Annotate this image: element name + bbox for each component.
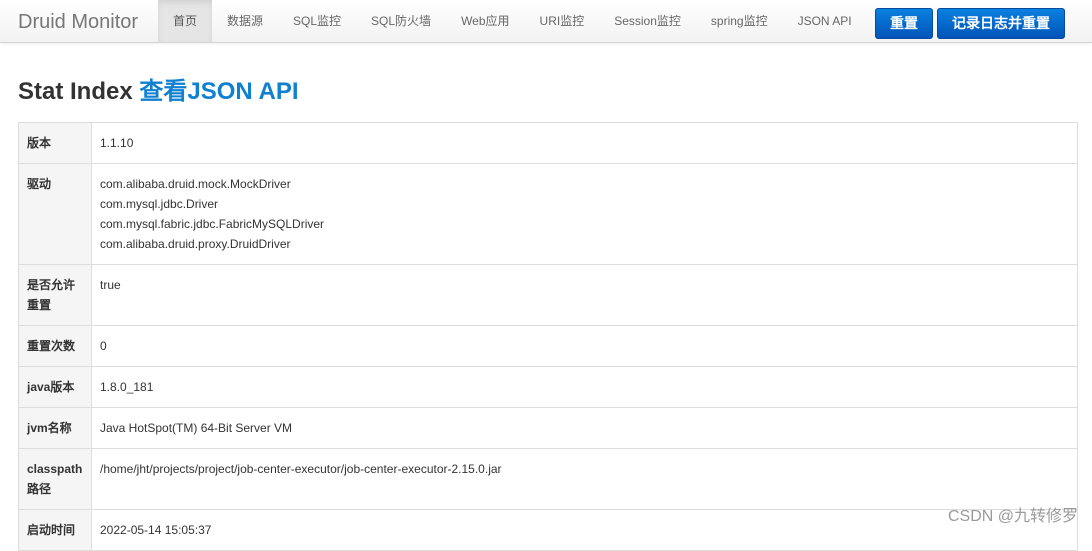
main-nav: 首页 数据源 SQL监控 SQL防火墙 Web应用 URI监控 Session监… <box>158 0 867 42</box>
row-label: 启动时间 <box>19 510 92 551</box>
nav-item-json-api[interactable]: JSON API <box>783 0 867 42</box>
driver-item: com.mysql.jdbc.Driver <box>100 194 1069 214</box>
watermark: CSDN @九转修罗 <box>948 502 1078 526</box>
row-label: classpath路径 <box>19 449 92 510</box>
log-and-reset-button[interactable]: 记录日志并重置 <box>937 8 1065 39</box>
row-label: 驱动 <box>19 164 92 265</box>
nav-item-home[interactable]: 首页 <box>158 0 212 42</box>
stat-table: 版本 1.1.10 驱动 com.alibaba.druid.mock.Mock… <box>18 122 1078 551</box>
nav-item-session[interactable]: Session监控 <box>599 0 696 42</box>
driver-item: com.mysql.fabric.jdbc.FabricMySQLDriver <box>100 214 1069 234</box>
brand-logo[interactable]: Druid Monitor <box>18 10 138 34</box>
table-row: jvm名称 Java HotSpot(TM) 64-Bit Server VM <box>19 408 1078 449</box>
table-row: 重置次数 0 <box>19 326 1078 367</box>
top-navbar: Druid Monitor 首页 数据源 SQL监控 SQL防火墙 Web应用 … <box>0 0 1092 43</box>
table-row: classpath路径 /home/jht/projects/project/j… <box>19 449 1078 510</box>
page-title: Stat Index 查看JSON API <box>18 77 299 107</box>
action-buttons: 重置 记录日志并重置 <box>875 8 1065 39</box>
row-value: 2022-05-14 15:05:37 <box>92 510 1078 551</box>
row-label: jvm名称 <box>19 408 92 449</box>
nav-item-wall[interactable]: SQL防火墙 <box>356 0 446 42</box>
table-row: 是否允许重置 true <box>19 265 1078 326</box>
json-api-link[interactable]: 查看JSON API <box>139 78 298 105</box>
row-value: 1.1.10 <box>92 123 1078 164</box>
driver-item: com.alibaba.druid.mock.MockDriver <box>100 174 1069 194</box>
table-row: 版本 1.1.10 <box>19 123 1078 164</box>
nav-item-sql[interactable]: SQL监控 <box>278 0 356 42</box>
row-value: 1.8.0_181 <box>92 367 1078 408</box>
row-value: /home/jht/projects/project/job-center-ex… <box>92 449 1078 510</box>
nav-item-datasource[interactable]: 数据源 <box>212 0 278 42</box>
row-value: 0 <box>92 326 1078 367</box>
row-value: true <box>92 265 1078 326</box>
reset-button[interactable]: 重置 <box>875 8 933 39</box>
row-label: 版本 <box>19 123 92 164</box>
row-value: com.alibaba.druid.mock.MockDriver com.my… <box>92 164 1078 265</box>
row-label: 是否允许重置 <box>19 265 92 326</box>
page-title-text: Stat Index <box>18 78 133 105</box>
nav-item-webapp[interactable]: Web应用 <box>446 0 524 42</box>
table-row: 驱动 com.alibaba.druid.mock.MockDriver com… <box>19 164 1078 265</box>
table-row: java版本 1.8.0_181 <box>19 367 1078 408</box>
nav-item-uri[interactable]: URI监控 <box>525 0 600 42</box>
nav-item-spring[interactable]: spring监控 <box>696 0 783 42</box>
driver-item: com.alibaba.druid.proxy.DruidDriver <box>100 234 1069 254</box>
row-value: Java HotSpot(TM) 64-Bit Server VM <box>92 408 1078 449</box>
table-row: 启动时间 2022-05-14 15:05:37 <box>19 510 1078 551</box>
row-label: 重置次数 <box>19 326 92 367</box>
row-label: java版本 <box>19 367 92 408</box>
